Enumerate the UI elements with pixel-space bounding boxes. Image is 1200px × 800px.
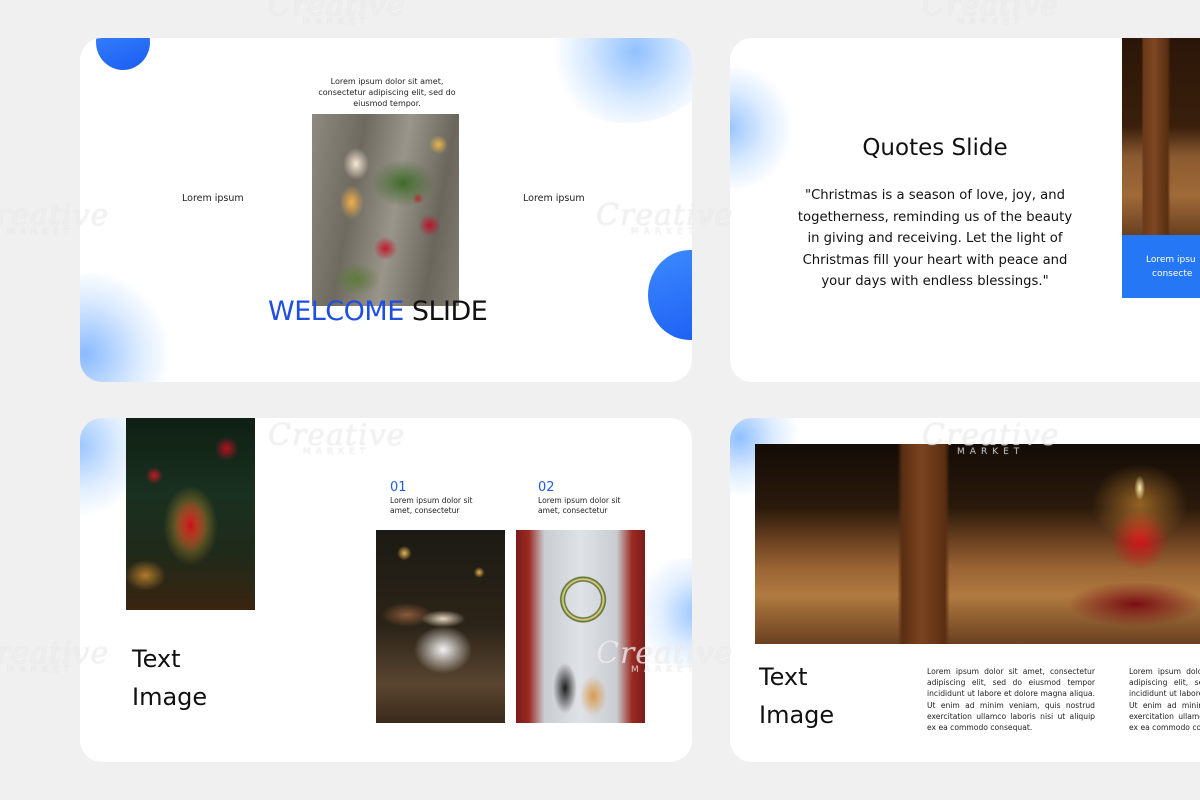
- decor-circle-top-left: [96, 38, 150, 70]
- quotes-title: Quotes Slide: [862, 135, 1008, 161]
- quote-info-box: Lorem ipsu consecte: [1122, 235, 1200, 298]
- decor-circle-right: [648, 250, 692, 340]
- throne-photo: [126, 418, 255, 610]
- wide-heading-line2: Image: [759, 701, 835, 729]
- welcome-title-blue: WELCOME: [268, 296, 404, 327]
- quote-box-line1: Lorem ipsu: [1146, 255, 1196, 265]
- slide-text-image-wide[interactable]: Text Image Lorem ipsum dolor sit amet, c…: [730, 418, 1200, 762]
- wide-heading-line1: Text: [759, 663, 808, 691]
- grid-heading: Text Image: [132, 640, 207, 716]
- grid-heading-line1: Text: [132, 645, 181, 673]
- welcome-title-dark: SLIDE: [403, 296, 488, 327]
- decor-glow-bottom-left: [80, 272, 175, 382]
- decor-glow-top-right: [542, 38, 692, 123]
- item1-text: Lorem ipsum dolor sit amet, consectetur: [390, 496, 473, 515]
- welcome-title: WELCOME SLIDE: [268, 296, 488, 327]
- wooden-table-photo: [1122, 38, 1200, 235]
- slide-quotes[interactable]: Quotes Slide "Christmas is a season of l…: [730, 38, 1200, 382]
- quote-box-line2: consecte: [1152, 269, 1193, 279]
- welcome-caption: Lorem ipsum dolor sit amet, consectetur …: [318, 77, 456, 108]
- dogs-window-photo: [516, 530, 645, 723]
- welcome-right-label: Lorem ipsum: [523, 193, 585, 204]
- grid-heading-line2: Image: [132, 683, 208, 711]
- slide-welcome[interactable]: Lorem ipsum dolor sit amet, consectetur …: [80, 38, 692, 382]
- quote-text: "Christmas is a season of love, joy, and…: [797, 188, 1073, 289]
- cocktails-photo: [312, 114, 459, 306]
- watermark-brand: CreativeMARKET: [922, 0, 1060, 27]
- wide-paragraph-1: Lorem ipsum dolor sit amet, consectetur …: [927, 667, 1095, 733]
- welcome-left-label: Lorem ipsum: [182, 193, 244, 204]
- item2-number: 02: [538, 480, 555, 495]
- decor-glow-left: [730, 68, 800, 188]
- slide-text-image-grid[interactable]: Text Image 01 Lorem ipsum dolor sit amet…: [80, 418, 692, 762]
- item1-number: 01: [390, 480, 407, 495]
- watermark-brand: CreativeMARKET: [268, 0, 406, 27]
- item2-text: Lorem ipsum dolor sit amet, consectetur: [538, 496, 621, 515]
- cocoa-mug-photo: [376, 530, 505, 723]
- wide-paragraph-2: Lorem ipsum dolor sit amet, consectetur …: [1129, 667, 1200, 733]
- wide-heading: Text Image: [759, 658, 834, 734]
- candle-table-photo: [755, 444, 1200, 644]
